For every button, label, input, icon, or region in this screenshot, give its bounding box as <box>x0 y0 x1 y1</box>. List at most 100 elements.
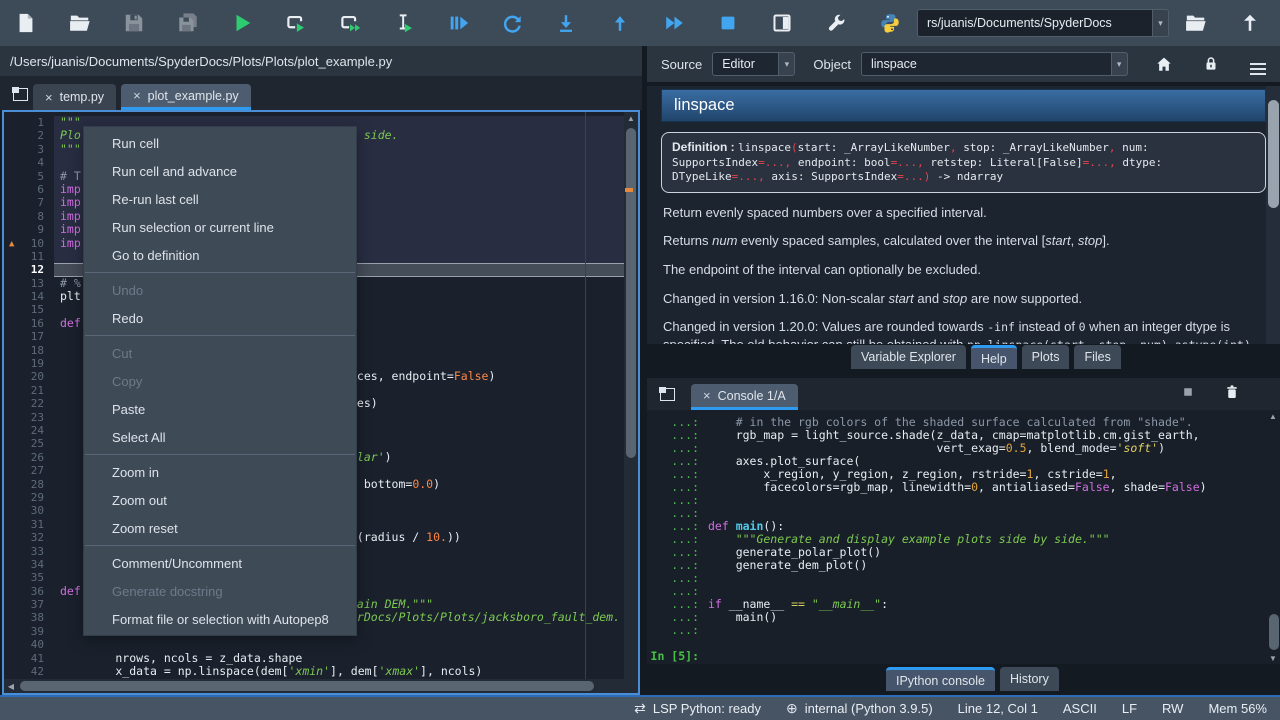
menu-item-run-selection-or-current-line[interactable]: Run selection or current line <box>84 213 356 241</box>
tab-plot_example-py[interactable]: ×plot_example.py <box>121 84 251 110</box>
tab-plots[interactable]: Plots <box>1022 345 1070 369</box>
menu-item-select-all[interactable]: Select All <box>84 423 356 451</box>
open-file-icon <box>69 12 91 34</box>
menu-item-redo[interactable]: Redo <box>84 304 356 332</box>
console-scrollbar[interactable]: ▲ ▼ <box>1267 410 1280 664</box>
tab-temp-py[interactable]: ×temp.py <box>33 84 116 110</box>
column-ruler <box>585 112 586 679</box>
debug-file-button[interactable] <box>446 11 470 35</box>
run-cell-advance-button[interactable] <box>338 11 362 35</box>
maximize-pane-button[interactable] <box>770 11 794 35</box>
chevron-down-icon[interactable]: ▾ <box>778 52 795 76</box>
browse-tabs-icon[interactable] <box>13 88 28 101</box>
menu-item-re-run-last-cell[interactable]: Re-run last cell <box>84 185 356 213</box>
continue-button[interactable] <box>662 11 686 35</box>
paragraph-text: 0 <box>1079 320 1086 334</box>
line-code: x_data = np.linspace(dem['xmin'], dem['x… <box>54 665 624 678</box>
new-window-icon[interactable] <box>660 388 675 401</box>
new-file-button[interactable] <box>14 11 38 35</box>
code-segment: imp <box>60 209 81 223</box>
menu-item-paste[interactable]: Paste <box>84 395 356 423</box>
preferences-button[interactable] <box>824 11 848 35</box>
source-value[interactable]: Editor <box>712 52 778 76</box>
lock-icon[interactable] <box>1200 53 1221 75</box>
help-scrollbar[interactable] <box>1266 86 1280 344</box>
code-segment: =... <box>732 170 759 183</box>
menu-item-run-cell-and-advance[interactable]: Run cell and advance <box>84 157 356 185</box>
tab-files[interactable]: Files <box>1074 345 1120 369</box>
help-scroll-thumb[interactable] <box>1268 100 1279 208</box>
step-return-button[interactable] <box>608 11 632 35</box>
object-value[interactable]: linspace <box>861 52 1111 76</box>
line-number: 33 <box>4 545 54 558</box>
help-options-menu[interactable] <box>1247 53 1268 75</box>
code-segment: -> ndarray <box>930 170 1003 183</box>
save-button[interactable] <box>122 11 146 35</box>
menu-item-run-cell[interactable]: Run cell <box>84 129 356 157</box>
scroll-left-icon[interactable]: ◀ <box>4 682 18 691</box>
ipython-console[interactable]: ...: # in the rgb colors of the shaded s… <box>647 410 1280 664</box>
editor-horizontal-scrollbar[interactable]: ◀ <box>4 679 624 693</box>
menu-item-zoom-in[interactable]: Zoom in <box>84 458 356 486</box>
code-segment: ices, endpoint= <box>350 369 454 383</box>
console-scroll-thumb[interactable] <box>1269 614 1279 650</box>
tab-variable-explorer[interactable]: Variable Explorer <box>851 345 966 369</box>
code-segment: # % <box>60 276 81 290</box>
run-selection-button[interactable] <box>392 11 416 35</box>
code-segment: )) <box>447 530 461 544</box>
scroll-up-icon[interactable]: ▲ <box>1266 412 1280 421</box>
menu-item-zoom-out[interactable]: Zoom out <box>84 486 356 514</box>
editor-hscroll-thumb[interactable] <box>20 681 594 691</box>
working-directory-combo[interactable]: rs/juanis/Documents/SpyderDocs ▾ <box>917 9 1169 37</box>
code-segment: , <box>1109 156 1122 169</box>
object-combo[interactable]: linspace ▾ <box>861 52 1128 76</box>
working-directory-value[interactable]: rs/juanis/Documents/SpyderDocs <box>917 9 1152 37</box>
run-file-button[interactable] <box>230 11 254 35</box>
editor-vertical-scrollbar[interactable]: ▲ <box>624 112 638 679</box>
chevron-down-icon[interactable]: ▾ <box>1152 9 1169 37</box>
tab-help[interactable]: Help <box>971 345 1017 369</box>
help-paragraphs: Return evenly spaced numbers over a spec… <box>647 204 1280 344</box>
line-number: 10▲ <box>4 237 54 250</box>
menu-item-go-to-definition[interactable]: Go to definition <box>84 241 356 269</box>
chevron-down-icon[interactable]: ▾ <box>1111 52 1128 76</box>
close-icon[interactable]: × <box>703 388 711 403</box>
code-segment: # in the rgb colors of the shaded surfac… <box>708 415 1193 429</box>
scroll-up-icon[interactable]: ▲ <box>624 114 638 123</box>
scroll-down-icon[interactable]: ▼ <box>1266 654 1280 663</box>
tab-ipython-console[interactable]: IPython console <box>886 667 995 691</box>
line-number: 30 <box>4 504 54 517</box>
menu-item-zoom-reset[interactable]: Zoom reset <box>84 514 356 542</box>
rerun-cell-button[interactable] <box>500 11 524 35</box>
menu-item-format-file-or-selection-with-autopep8[interactable]: Format file or selection with Autopep8 <box>84 605 356 633</box>
open-workdir-button[interactable] <box>1184 11 1208 35</box>
source-combo[interactable]: Editor ▾ <box>712 52 795 76</box>
code-segment: , blend_mode= <box>1027 441 1117 455</box>
tab-history[interactable]: History <box>1000 667 1059 691</box>
warning-scroll-marker <box>625 188 633 192</box>
open-file-button[interactable] <box>68 11 92 35</box>
tab-console-1a[interactable]: × Console 1/A <box>691 384 798 410</box>
save-all-button[interactable] <box>176 11 200 35</box>
console-line: ...: <box>647 494 1280 507</box>
interrupt-kernel-icon[interactable] <box>1178 382 1198 402</box>
rerun-cell-icon <box>501 12 523 34</box>
code-segment: =... <box>758 156 785 169</box>
step-into-button[interactable] <box>554 11 578 35</box>
line-number: 32 <box>4 531 54 544</box>
line-number: 3 <box>4 143 54 156</box>
close-icon[interactable]: × <box>45 90 53 105</box>
editor-vscroll-thumb[interactable] <box>626 128 636 458</box>
run-cell-button[interactable] <box>284 11 308 35</box>
stop-button[interactable] <box>716 11 740 35</box>
parent-dir-button[interactable] <box>1238 11 1262 35</box>
toolbar-right-icons <box>1169 11 1277 35</box>
close-icon[interactable]: × <box>133 88 141 103</box>
code-segment: , bottom= <box>350 477 412 491</box>
trash-icon[interactable] <box>1222 382 1242 402</box>
code-segment: linspace <box>738 141 791 154</box>
home-icon[interactable] <box>1154 53 1175 75</box>
python-env-button[interactable] <box>878 11 902 35</box>
console-line: ...: <box>647 572 1280 585</box>
menu-item-comment-uncomment[interactable]: Comment/Uncomment <box>84 549 356 577</box>
